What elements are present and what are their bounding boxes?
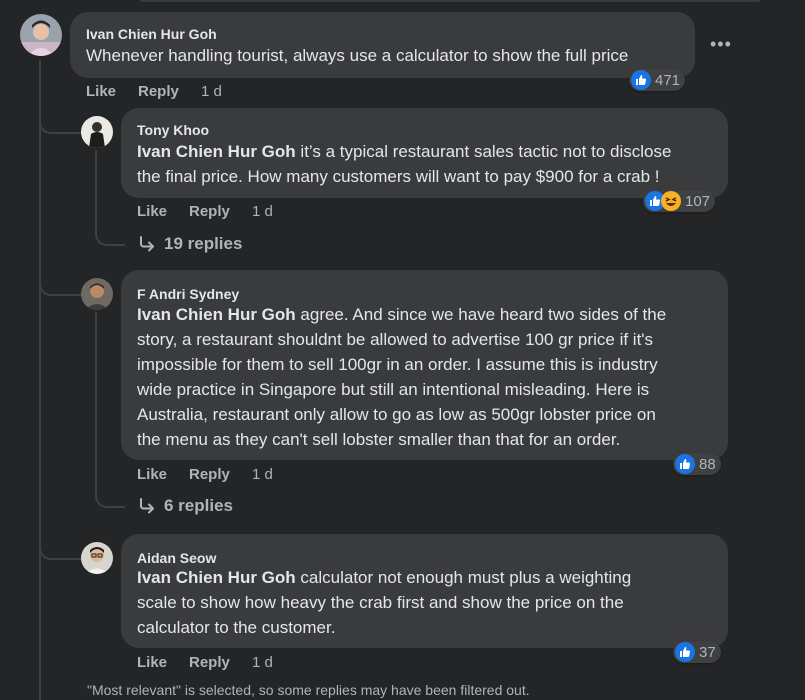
- reply-button[interactable]: Reply: [189, 654, 230, 671]
- mention-link[interactable]: Ivan Chien Hur Goh: [137, 568, 296, 587]
- replies-count: 19 replies: [164, 234, 243, 253]
- reply-text-line: Ivan Chien Hur Goh agree. And since we h…: [137, 305, 667, 324]
- reaction-count: 107: [685, 192, 711, 210]
- reaction-count: 37: [699, 643, 716, 661]
- view-replies-button[interactable]: 19 replies: [138, 234, 242, 254]
- comment-bubble: Ivan Chien Hur Goh Whenever handling tou…: [70, 12, 695, 78]
- view-replies-button[interactable]: 6 replies: [138, 496, 233, 516]
- timestamp[interactable]: 1 d: [252, 203, 273, 220]
- reply-text-line: story, a restaurant shouldnt be allowed …: [137, 330, 654, 349]
- like-icon: [675, 642, 695, 662]
- comment-author[interactable]: Ivan Chien Hur Goh: [86, 26, 217, 42]
- reply-thread-branch: [95, 478, 125, 508]
- reaction-summary[interactable]: 471: [629, 69, 686, 91]
- thread-branch: [39, 100, 83, 134]
- filter-notice: "Most relevant" is selected, so some rep…: [87, 682, 530, 698]
- reply-bubble: Aidan Seow Ivan Chien Hur Goh calculator…: [121, 534, 728, 648]
- like-button[interactable]: Like: [137, 203, 167, 220]
- more-options-icon[interactable]: •••: [710, 34, 732, 55]
- reaction-count: 471: [655, 71, 681, 89]
- like-button[interactable]: Like: [86, 83, 116, 100]
- avatar-photo-icon: [20, 14, 62, 56]
- avatar-photo-icon: [81, 278, 113, 310]
- reply-button[interactable]: Reply: [189, 203, 230, 220]
- mention-link[interactable]: Ivan Chien Hur Goh: [137, 305, 296, 324]
- reply-text-line: impossible for them to sell 100gr in an …: [137, 355, 658, 374]
- reply-bubble: Tony Khoo Ivan Chien Hur Goh it’s a typi…: [121, 108, 728, 198]
- reaction-summary[interactable]: 37: [673, 641, 721, 663]
- reply-text-line: Ivan Chien Hur Goh it’s a typical restau…: [137, 142, 672, 161]
- avatar-photo-icon: [81, 116, 113, 148]
- reply-thread-line: [95, 312, 97, 498]
- reply-text-line: scale to show how heavy the crab first a…: [137, 593, 624, 612]
- reaction-count: 88: [699, 455, 716, 473]
- reply-arrow-icon: [140, 498, 154, 514]
- reply-text-line: calculator to the customer.: [137, 618, 336, 637]
- like-icon: [631, 70, 651, 90]
- reply-text-line: Ivan Chien Hur Goh calculator not enough…: [137, 568, 632, 587]
- thread-line: [39, 60, 41, 700]
- timestamp[interactable]: 1 d: [201, 83, 222, 100]
- reply-arrow-icon: [140, 236, 154, 252]
- reaction-summary[interactable]: 88: [673, 453, 721, 475]
- reply-thread-branch: [95, 216, 125, 246]
- like-button[interactable]: Like: [137, 654, 167, 671]
- like-button[interactable]: Like: [137, 466, 167, 483]
- reaction-summary[interactable]: 107: [643, 190, 716, 212]
- like-icon: [675, 454, 695, 474]
- thread-branch: [39, 526, 83, 560]
- avatar[interactable]: [81, 278, 113, 310]
- avatar-photo-icon: [81, 542, 113, 574]
- reply-author[interactable]: Aidan Seow: [137, 550, 216, 566]
- timestamp[interactable]: 1 d: [252, 466, 273, 483]
- timestamp[interactable]: 1 d: [252, 654, 273, 671]
- reply-button[interactable]: Reply: [138, 83, 179, 100]
- avatar[interactable]: [20, 14, 62, 56]
- mention-link[interactable]: Ivan Chien Hur Goh: [137, 142, 296, 161]
- reply-text-line: Australia, restaurant only allow to go a…: [137, 405, 656, 424]
- reply-author[interactable]: F Andri Sydney: [137, 286, 239, 302]
- reply-button[interactable]: Reply: [189, 466, 230, 483]
- thread-branch: [39, 262, 83, 296]
- comment-text: Whenever handling tourist, always use a …: [86, 46, 629, 65]
- reply-author[interactable]: Tony Khoo: [137, 122, 209, 138]
- replies-count: 6 replies: [164, 496, 233, 515]
- reply-text-line: the menu as they can't sell lobster smal…: [137, 430, 621, 449]
- haha-icon: [661, 191, 681, 211]
- avatar[interactable]: [81, 542, 113, 574]
- reply-text-line: the final price. How many customers will…: [137, 167, 660, 186]
- previous-comment-edge: [140, 0, 760, 2]
- avatar[interactable]: [81, 116, 113, 148]
- reply-bubble: F Andri Sydney Ivan Chien Hur Goh agree.…: [121, 270, 728, 460]
- reply-text-line: wide practice in Singapore but still an …: [137, 380, 650, 399]
